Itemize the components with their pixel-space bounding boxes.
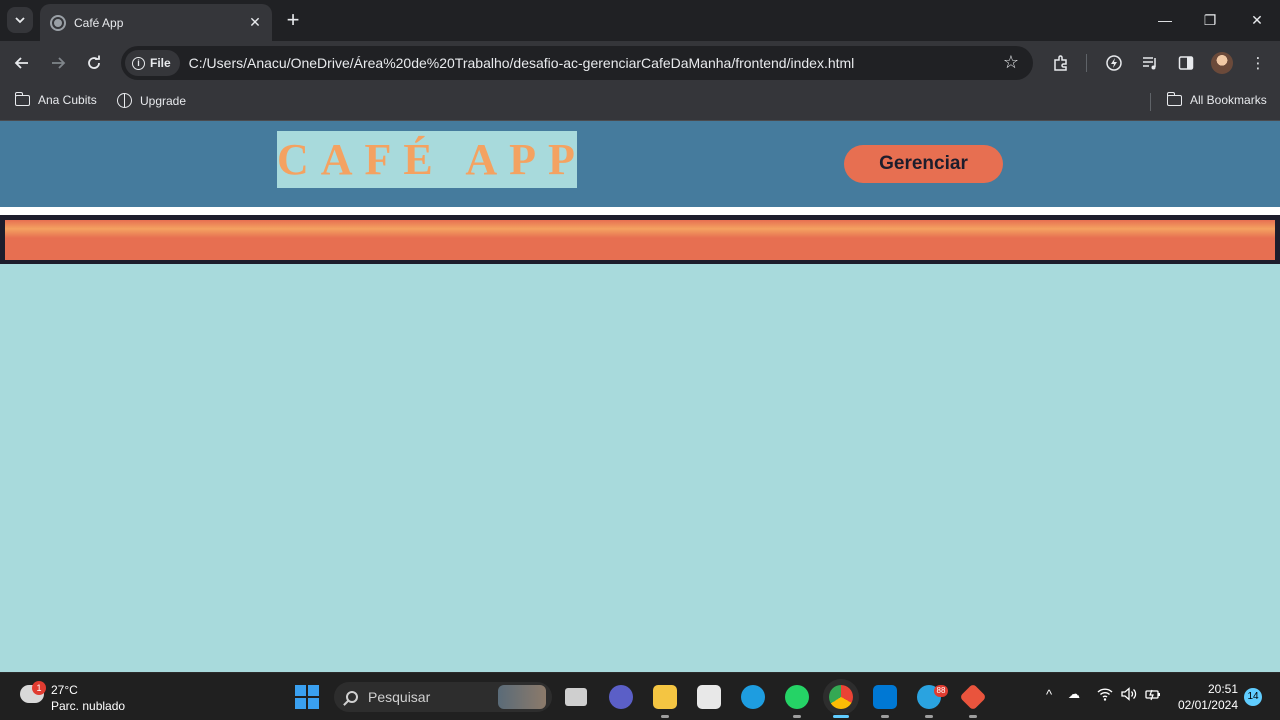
folder-icon: [14, 91, 30, 106]
restore-button[interactable]: ❐: [1187, 8, 1233, 32]
volume-icon[interactable]: [1121, 687, 1137, 704]
search-placeholder: Pesquisar: [368, 689, 431, 705]
globe-icon: [117, 93, 132, 108]
battery-icon[interactable]: [1145, 687, 1161, 704]
side-panel-icon[interactable]: [1174, 51, 1198, 75]
weather-temperature[interactable]: 27°C: [51, 683, 78, 697]
all-bookmarks[interactable]: All Bookmarks: [1166, 91, 1267, 107]
new-tab-button[interactable]: +: [281, 8, 305, 32]
search-highlight-image: [498, 685, 546, 709]
site-info-label: File: [150, 56, 171, 70]
app-header: CAFÉ APP Gerenciar: [0, 121, 1280, 207]
header-divider: [0, 207, 1280, 215]
folder-icon: [1166, 91, 1182, 106]
teams-chat-icon[interactable]: [609, 685, 633, 709]
running-indicator: [969, 715, 977, 718]
clock-date[interactable]: 02/01/2024: [1168, 698, 1238, 712]
weather-badge: 1: [32, 681, 46, 695]
running-indicator: [881, 715, 889, 718]
telegram-badge: 88: [934, 685, 948, 697]
brand-title: CAFÉ APP: [277, 131, 577, 188]
task-view-icon[interactable]: [565, 688, 587, 706]
toolbar-divider: [1086, 54, 1087, 72]
profile-avatar[interactable]: [1210, 51, 1234, 75]
all-bookmarks-label: All Bookmarks: [1190, 93, 1267, 107]
notification-badge[interactable]: 14: [1244, 688, 1262, 706]
tab-title: Café App: [74, 15, 124, 30]
back-button[interactable]: [10, 51, 34, 75]
banner-frame: [0, 215, 1280, 264]
forward-button[interactable]: [46, 51, 70, 75]
site-info-chip[interactable]: i File: [125, 50, 180, 76]
accent-banner: [5, 220, 1275, 260]
bookmark-label: Ana Cubits: [38, 93, 97, 107]
active-indicator: [833, 715, 849, 718]
wifi-icon[interactable]: [1097, 687, 1113, 704]
close-window-button[interactable]: ✕: [1234, 8, 1280, 32]
whatsapp-icon[interactable]: [785, 685, 809, 709]
search-icon: [346, 691, 358, 703]
browser-toolbar: i File C:/Users/Anacu/OneDrive/Área%20de…: [0, 41, 1280, 85]
page-viewport: CAFÉ APP Gerenciar: [0, 121, 1280, 672]
clock-time[interactable]: 20:51: [1204, 682, 1238, 696]
menu-kebab-icon[interactable]: ⋮: [1246, 51, 1270, 75]
weather-description[interactable]: Parc. nublado: [51, 699, 125, 713]
taskbar-search[interactable]: Pesquisar: [334, 682, 552, 712]
arrow-right-icon: [52, 57, 66, 69]
microsoft-store-icon[interactable]: [697, 685, 721, 709]
git-client-icon[interactable]: [959, 683, 987, 711]
onedrive-cloud-icon[interactable]: ☁: [1068, 687, 1080, 701]
vscode-icon[interactable]: [873, 685, 897, 709]
performance-icon[interactable]: [1102, 51, 1126, 75]
chevron-down-icon: [15, 17, 25, 24]
minimize-button[interactable]: —: [1142, 8, 1188, 32]
media-control-icon[interactable]: [1138, 51, 1162, 75]
bookmark-upgrade[interactable]: Upgrade: [117, 93, 186, 108]
taskbar: 1 27°C Parc. nublado Pesquisar 88 ^ ☁ 20…: [0, 672, 1280, 720]
tab-strip: Café App ✕ + — ❐ ✕: [0, 0, 1280, 41]
windows-start-icon[interactable]: [295, 685, 319, 709]
running-indicator: [661, 715, 669, 718]
file-explorer-icon[interactable]: [653, 685, 677, 709]
globe-icon: [50, 14, 66, 31]
bookmark-label: Upgrade: [140, 93, 187, 108]
bookmark-ana-cubits[interactable]: Ana Cubits: [14, 91, 97, 107]
extensions-icon[interactable]: [1049, 51, 1073, 75]
info-icon: i: [132, 56, 145, 70]
running-indicator: [793, 715, 801, 718]
bookmark-star-icon[interactable]: ☆: [1003, 52, 1019, 73]
tab-cafe-app[interactable]: Café App ✕: [40, 4, 272, 41]
url-text[interactable]: C:/Users/Anacu/OneDrive/Área%20de%20Trab…: [189, 55, 855, 71]
bookmarks-divider: [1150, 93, 1151, 111]
running-indicator: [925, 715, 933, 718]
tab-search-button[interactable]: [7, 7, 33, 33]
close-tab-icon[interactable]: ✕: [246, 14, 264, 32]
edge-icon[interactable]: [741, 685, 765, 709]
bookmarks-bar: Ana Cubits Upgrade All Bookmarks: [0, 85, 1280, 121]
reload-button[interactable]: [82, 51, 106, 75]
chevron-up-icon[interactable]: ^: [1046, 687, 1052, 702]
manage-button[interactable]: Gerenciar: [844, 145, 1003, 183]
reload-icon: [88, 55, 100, 69]
address-bar[interactable]: i File C:/Users/Anacu/OneDrive/Área%20de…: [121, 46, 1033, 80]
chrome-icon[interactable]: [829, 685, 853, 709]
arrow-left-icon: [14, 57, 28, 69]
